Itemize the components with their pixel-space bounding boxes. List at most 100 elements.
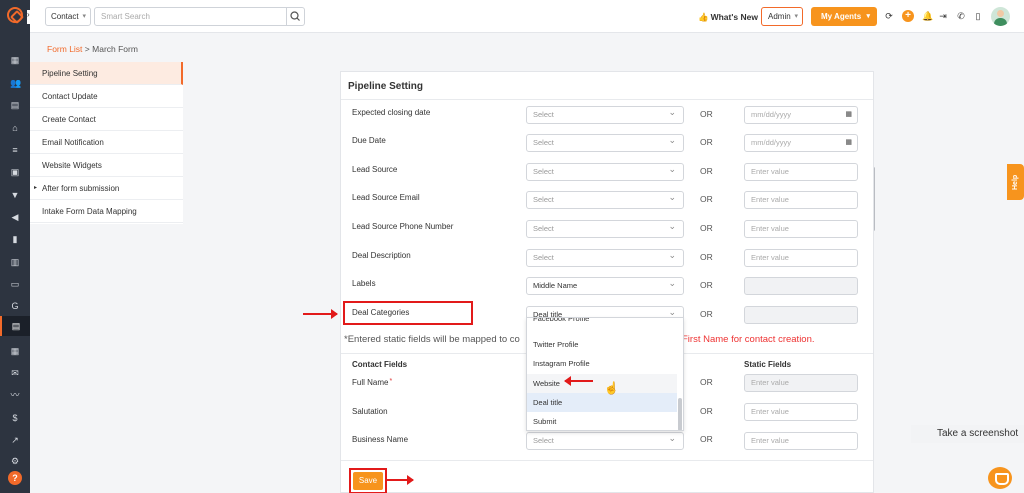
add-icon[interactable]: + (902, 10, 914, 22)
bank-icon[interactable]: ⌂ (10, 123, 20, 133)
menu-item-after-form-submission[interactable]: ▸ After form submission (30, 177, 183, 200)
salutation-input[interactable]: Enter value (744, 403, 858, 421)
deal-description-select[interactable]: Select (526, 247, 684, 267)
pulse-icon[interactable]: 〰 (10, 390, 20, 400)
or-label: OR (700, 109, 713, 119)
megaphone-icon[interactable]: ◀ (10, 212, 20, 222)
dropdown-option[interactable]: Instagram Profile (527, 354, 677, 373)
contacts-icon[interactable]: 👥 (10, 78, 21, 88)
menu-item-intake-form-data-mapping[interactable]: Intake Form Data Mapping (30, 200, 183, 223)
dropdown-option[interactable]: Submit (527, 412, 677, 430)
field-label: Lead Source (352, 165, 398, 174)
card-title: Pipeline Setting (348, 81, 424, 92)
divider (341, 99, 873, 100)
field-label: Business Name (352, 435, 409, 444)
user-avatar[interactable] (991, 7, 1010, 26)
sync-icon[interactable]: ⟳ (884, 11, 894, 21)
file-icon[interactable]: ▮ (10, 234, 20, 244)
lead-source-email-input[interactable]: Enter value (744, 191, 858, 209)
menu-item-email-notification[interactable]: Email Notification (30, 131, 183, 154)
search-type-select[interactable]: Contact (45, 7, 91, 26)
settings-icon[interactable]: ⚙ (10, 456, 20, 466)
lead-source-select[interactable]: Select (526, 161, 684, 181)
dropdown-scrollbar[interactable] (678, 398, 682, 430)
or-label: OR (700, 223, 713, 233)
calendar-icon[interactable]: ▦ (845, 107, 852, 123)
or-label: OR (700, 309, 713, 319)
contact-card-icon[interactable]: ▣ (10, 167, 20, 177)
field-label: Expected closing date (352, 108, 431, 117)
annotation-arrow-left (564, 376, 593, 386)
menu-item-contact-update[interactable]: Contact Update (30, 85, 183, 108)
menu-item-create-contact[interactable]: Create Contact (30, 108, 183, 131)
menu-item-website-widgets[interactable]: Website Widgets (30, 154, 183, 177)
dropdown-option[interactable]: Twitter Profile (527, 335, 677, 354)
expected-closing-date-input[interactable]: mm/dd/yyyy ▦ (744, 106, 858, 124)
annotation-arrow-right (303, 309, 338, 319)
mail-icon[interactable]: ✉ (10, 368, 20, 378)
bell-icon[interactable]: 🔔 (922, 11, 933, 21)
caret-right-icon: ▸ (34, 185, 38, 191)
breadcrumb-form-list[interactable]: Form List (47, 44, 82, 54)
icon-rail: ▦ 👥 ▤ ⌂ ≡ ▣ ▼ ◀ ▮ ▥ ▭ G ▤ ▦ ✉ 〰 $ ↗ ⚙ ? (0, 0, 30, 493)
folder-icon[interactable]: ▭ (10, 279, 20, 289)
dropdown-option-website[interactable]: Website (527, 374, 677, 393)
documents-icon[interactable]: ▤ (10, 100, 20, 110)
chart-icon[interactable]: ▥ (10, 257, 20, 267)
whats-new-link[interactable]: 👍 What's New (698, 12, 758, 23)
or-label: OR (700, 137, 713, 147)
form-settings-menu: Pipeline Setting Contact Update Create C… (30, 62, 183, 224)
static-fields-header: Static Fields (744, 360, 792, 369)
field-label: Labels (352, 279, 376, 288)
lead-source-phone-select[interactable]: Select (526, 218, 684, 238)
smart-search-input[interactable] (94, 7, 287, 26)
business-name-select[interactable]: Select (526, 430, 684, 450)
lead-source-phone-input[interactable]: Enter value (744, 220, 858, 238)
chat-icon[interactable] (988, 467, 1012, 489)
field-label: Salutation (352, 407, 388, 416)
filter-icon[interactable]: ▼ (10, 190, 20, 200)
business-name-input[interactable]: Enter value (744, 432, 858, 450)
forms-icon[interactable]: ▤ (0, 316, 30, 336)
hand-cursor-icon: ☝ (604, 381, 619, 395)
search-button[interactable] (286, 7, 305, 26)
lead-source-input[interactable]: Enter value (744, 163, 858, 181)
dollar-icon[interactable]: $ (10, 413, 20, 423)
report-icon[interactable]: ↗ (10, 435, 20, 445)
help-circle-icon[interactable]: ? (8, 471, 22, 485)
field-label: Full Name* (352, 378, 393, 387)
or-label: OR (700, 194, 713, 204)
expected-closing-date-select[interactable]: Select (526, 104, 684, 124)
list-icon[interactable]: ≡ (10, 145, 20, 155)
help-tab[interactable]: Help (1007, 164, 1024, 200)
mobile-icon[interactable]: ▯ (973, 11, 983, 21)
contact-fields-header: Contact Fields (352, 360, 408, 369)
divider (341, 460, 873, 461)
or-label: OR (700, 166, 713, 176)
field-label: Lead Source Phone Number (352, 222, 454, 231)
calendar-icon[interactable]: ▦ (845, 135, 852, 151)
admin-dropdown[interactable]: Admin (761, 7, 803, 26)
take-screenshot-label[interactable]: Take a screenshot (911, 425, 1024, 443)
dashboard-icon[interactable]: ▦ (10, 55, 20, 65)
menu-item-pipeline-setting[interactable]: Pipeline Setting (30, 62, 183, 85)
due-date-input[interactable]: mm/dd/yyyy ▦ (744, 134, 858, 152)
static-fields-note: *Entered static fields will be mapped to… (344, 334, 520, 345)
labels-select[interactable]: Middle Name (526, 275, 684, 295)
or-label: OR (700, 434, 713, 444)
phone-icon[interactable]: ✆ (956, 11, 966, 21)
due-date-select[interactable]: Select (526, 132, 684, 152)
logout-icon[interactable]: ⇥ (938, 11, 948, 21)
deal-description-input[interactable]: Enter value (744, 249, 858, 267)
top-bar: Contact 👍What's New Admin My Agents ⟳ + … (30, 0, 1024, 33)
hand-icon: 👍 (698, 12, 709, 22)
my-agents-button[interactable]: My Agents (811, 7, 877, 26)
or-label: OR (700, 280, 713, 290)
logo-icon[interactable] (7, 7, 23, 23)
dropdown-option-selected[interactable]: Deal title (527, 393, 677, 412)
field-label: Lead Source Email (352, 193, 420, 202)
dropdown-option[interactable]: Facebook Profile (527, 318, 677, 328)
g-icon[interactable]: G (10, 301, 20, 311)
lead-source-email-select[interactable]: Select (526, 189, 684, 209)
calendar-icon[interactable]: ▦ (10, 346, 20, 356)
